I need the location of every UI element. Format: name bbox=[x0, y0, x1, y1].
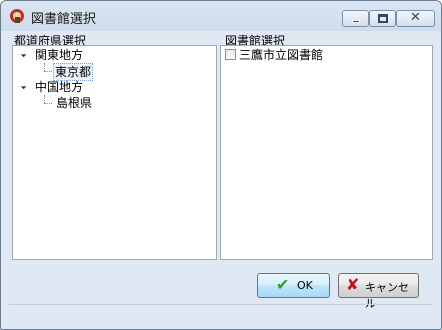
ok-button-label: OK bbox=[297, 279, 313, 292]
title-bar[interactable]: 図書館選択 ✕ bbox=[1, 1, 441, 31]
library-item-label[interactable]: 三鷹市立図書館 bbox=[239, 47, 323, 63]
maximize-button[interactable] bbox=[369, 10, 396, 27]
x-icon: ✘ bbox=[346, 275, 360, 294]
collapse-arrow-icon[interactable] bbox=[20, 80, 30, 90]
tree-connector bbox=[44, 103, 52, 104]
tree-node-region[interactable]: 関東地方 bbox=[35, 47, 83, 63]
status-bar bbox=[9, 304, 433, 323]
tree-connector bbox=[44, 95, 45, 103]
collapse-arrow-icon[interactable] bbox=[20, 48, 30, 58]
ok-button[interactable]: ✔ OK bbox=[257, 273, 330, 298]
check-icon: ✔ bbox=[276, 275, 290, 294]
library-app-icon bbox=[9, 8, 25, 24]
tree-connector bbox=[44, 71, 52, 72]
tree-node-region[interactable]: 中国地方 bbox=[35, 79, 83, 95]
library-list[interactable]: 三鷹市立図書館 bbox=[220, 45, 433, 260]
close-icon: ✕ bbox=[410, 10, 421, 25]
window-title: 図書館選択 bbox=[31, 12, 97, 27]
library-select-dialog: 図書館選択 ✕ 都道府県選択 図書館選択 関東地方 東京都 中国地方 島根県 三… bbox=[0, 0, 442, 330]
tree-node-prefecture[interactable]: 島根県 bbox=[56, 95, 92, 111]
minimize-button[interactable] bbox=[342, 10, 369, 27]
prefecture-tree[interactable]: 関東地方 東京都 中国地方 島根県 bbox=[12, 45, 217, 260]
tree-connector bbox=[44, 63, 45, 71]
library-checkbox[interactable] bbox=[225, 49, 236, 60]
cancel-button[interactable]: ✘ キャンセル bbox=[338, 273, 419, 310]
close-button[interactable]: ✕ bbox=[396, 10, 435, 27]
